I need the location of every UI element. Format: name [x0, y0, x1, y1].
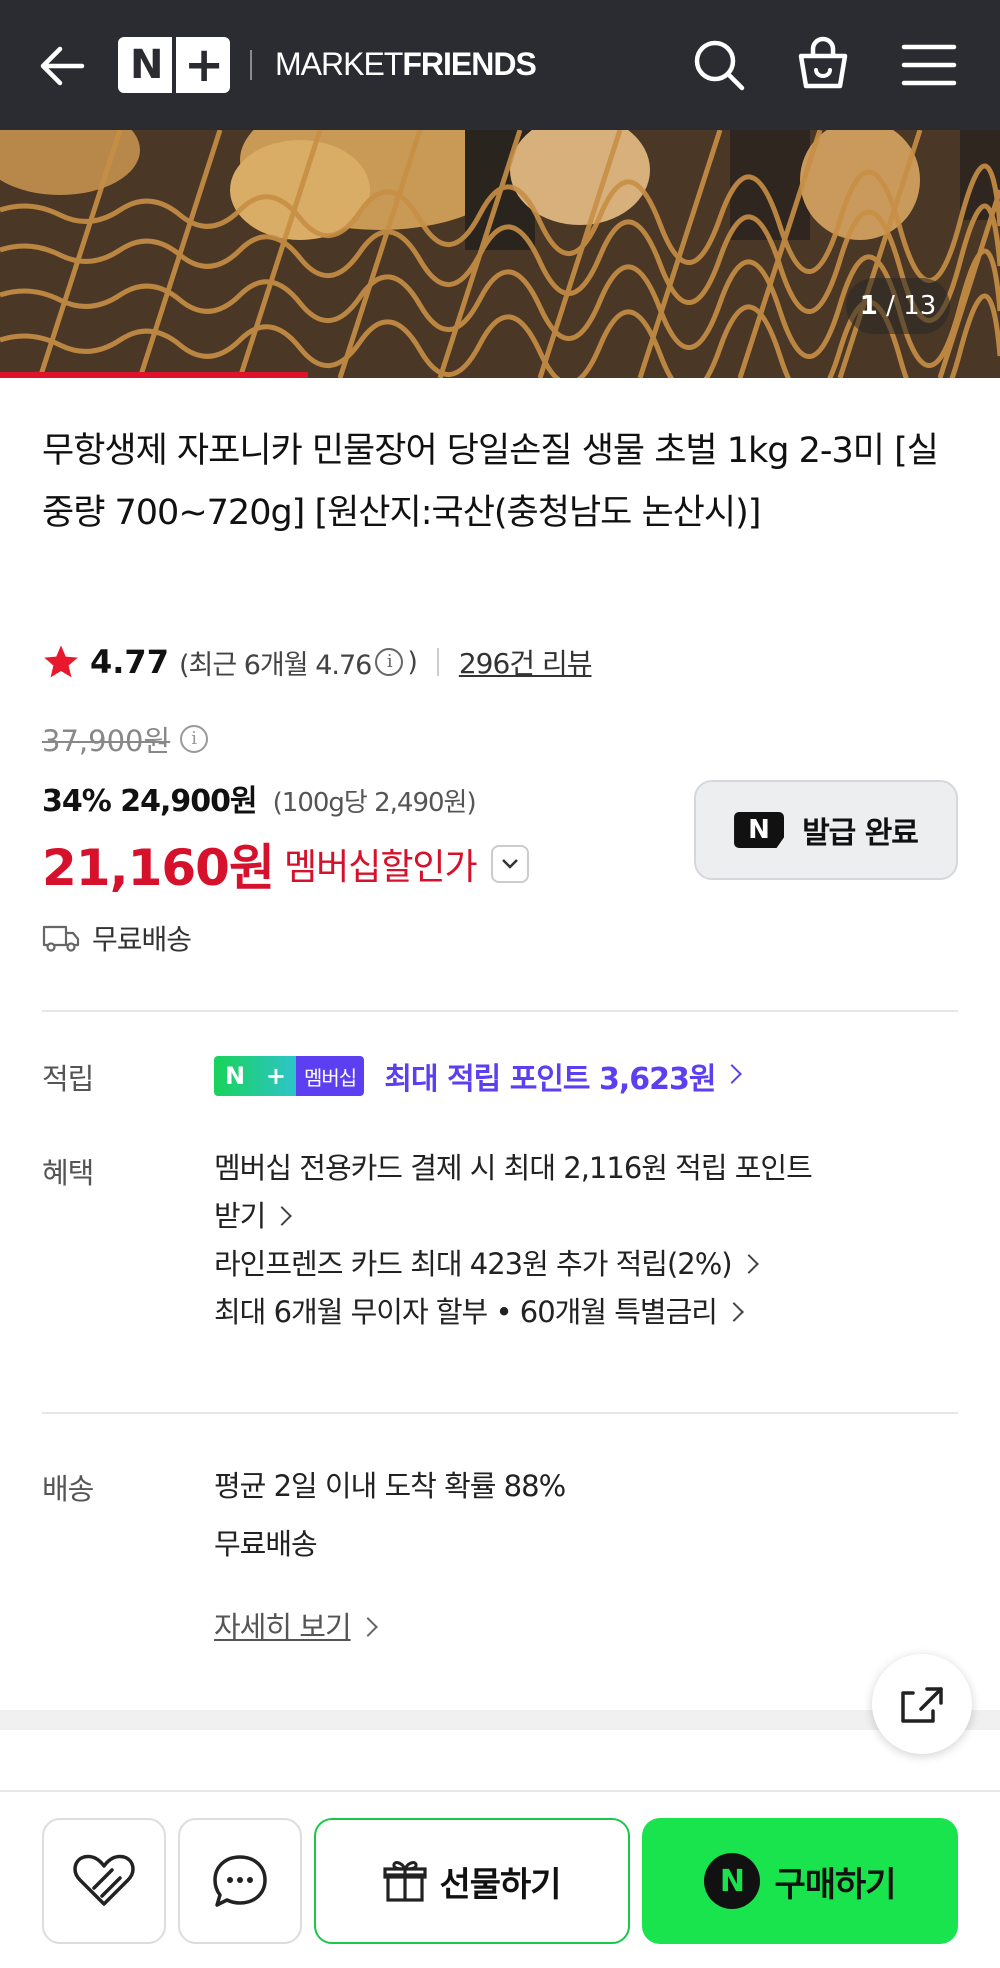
benefit-card-points-cont[interactable]: 받기	[214, 1192, 812, 1240]
gift-button[interactable]: 선물하기	[314, 1818, 630, 1944]
chevron-right-icon	[722, 1064, 743, 1084]
gallery-progress-bar	[0, 372, 308, 378]
back-arrow-icon[interactable]	[36, 40, 88, 92]
detail-link[interactable]: 자세히 보기	[214, 1604, 378, 1646]
share-icon	[901, 1687, 943, 1723]
shipping-text: 무료배송	[92, 923, 192, 956]
naver-n-icon: N	[734, 812, 785, 848]
points-row[interactable]: N + 멤버십 최대 적립 포인트 3,623원	[214, 1054, 743, 1098]
top-header: N + MARKETFRIENDS	[0, 0, 1000, 130]
benefit-line1: 멤버십 전용카드 결제 시 최대 2,116원 적립 포인트	[214, 1151, 813, 1185]
rating-row: 4.77 (최근 6개월 4.76 i ) 296건 리뷰	[42, 640, 593, 684]
delivery-arrival-rate: 평균 2일 이내 도착 확률 88%	[214, 1469, 566, 1503]
wishlist-button[interactable]	[42, 1818, 166, 1944]
rating-divider	[436, 648, 439, 676]
chevron-right-icon	[724, 1302, 744, 1322]
gift-label: 선물하기	[439, 1864, 561, 1905]
benefit-linefriends-card[interactable]: 라인프렌즈 카드 최대 423원 추가 적립(2%)	[214, 1240, 812, 1288]
logo-n-glyph: N	[130, 42, 164, 88]
inquiry-button[interactable]	[178, 1818, 302, 1944]
product-image[interactable]	[0, 130, 1000, 378]
section-divider	[42, 1412, 958, 1414]
max-points-text: 최대 적립 포인트 3,623원	[384, 1062, 716, 1097]
chevron-down-icon[interactable]	[490, 845, 529, 883]
sale-price: 24,900원	[120, 784, 257, 819]
price-info-icon[interactable]: i	[180, 725, 209, 753]
original-price: 37,900원	[42, 724, 171, 758]
search-icon[interactable]	[688, 34, 750, 96]
grilled-eel-photo	[0, 130, 1000, 378]
brand-light-text: MARKET	[275, 46, 403, 82]
section-divider	[42, 1010, 958, 1012]
buy-button[interactable]: N 구매하기	[642, 1818, 958, 1944]
logo-plus-glyph: +	[184, 37, 225, 93]
npay-logo[interactable]: N +	[118, 37, 230, 93]
delivery-info: 평균 2일 이내 도착 확률 88% 무료배송	[214, 1462, 566, 1568]
menu-icon[interactable]	[898, 34, 960, 96]
points-label: 적립	[42, 1062, 94, 1096]
badge-n: N	[224, 1062, 245, 1090]
star-icon	[44, 645, 78, 678]
truck-icon	[42, 925, 80, 952]
chevron-right-icon	[738, 1254, 759, 1274]
recent-rating: (최근 6개월 4.76 i )	[178, 643, 418, 682]
store-brand[interactable]: MARKETFRIENDS	[275, 44, 537, 84]
heart-icon	[73, 1854, 135, 1906]
npay-membership-badge: N + 멤버십	[214, 1056, 365, 1096]
benefit-card-points[interactable]: 멤버십 전용카드 결제 시 최대 2,116원 적립 포인트	[214, 1144, 813, 1192]
benefit-installment[interactable]: 최대 6개월 무이자 할부 • 60개월 특별금리	[214, 1288, 812, 1336]
info-icon[interactable]: i	[375, 648, 404, 676]
chat-bubble-icon	[213, 1855, 267, 1907]
image-counter-total: / 13	[886, 291, 937, 321]
image-counter: 1 / 13	[846, 278, 950, 334]
sale-price-row: 34% 24,900원 (100g당 2,490원)	[42, 776, 477, 820]
share-button[interactable]	[872, 1654, 972, 1754]
bottom-bar-divider	[0, 1790, 1000, 1792]
benefits-label: 혜택	[42, 1156, 94, 1190]
discount-rate: 34%	[42, 784, 112, 819]
brand-bold-text: FRIENDS	[402, 46, 536, 82]
coupon-issued-button[interactable]: N 발급 완료	[694, 780, 958, 880]
logo-separator	[172, 37, 176, 93]
recent-rating-close: )	[407, 646, 418, 678]
coupon-label: 발급 완료	[802, 816, 919, 851]
chevron-right-icon	[272, 1206, 293, 1226]
product-title: 무항생제 자포니카 민물장어 당일손질 생물 초벌 1kg 2-3미 [실중량 …	[42, 431, 939, 533]
membership-price: 21,160원	[42, 839, 275, 897]
rating-value: 4.77	[90, 643, 169, 681]
original-price-row: 37,900원 i	[42, 718, 212, 760]
naver-n-icon: N	[704, 1853, 761, 1909]
recent-rating-text: (최근 6개월 4.76	[178, 649, 372, 681]
buy-label: 구매하기	[774, 1864, 896, 1905]
benefit-line2: 라인프렌즈 카드 최대 423원 추가 적립(2%)	[214, 1247, 733, 1281]
benefits-list: 멤버십 전용카드 결제 시 최대 2,116원 적립 포인트 받기 라인프렌즈 …	[214, 1144, 813, 1336]
detail-link-text: 자세히 보기	[214, 1610, 352, 1644]
benefit-line3: 최대 6개월 무이자 할부 • 60개월 특별금리	[214, 1295, 718, 1329]
delivery-label: 배송	[42, 1472, 94, 1506]
cart-icon[interactable]	[792, 34, 854, 96]
benefit-line1b: 받기	[214, 1199, 266, 1233]
membership-price-row: 21,160원 멤버십할인가	[42, 828, 529, 900]
badge-plus: +	[265, 1062, 286, 1090]
header-divider	[250, 50, 252, 80]
image-counter-current: 1	[859, 291, 878, 321]
review-count-link[interactable]: 296건 리뷰	[459, 642, 593, 682]
gift-icon	[383, 1861, 428, 1902]
section-gap	[0, 1710, 1000, 1730]
badge-membership-text: 멤버십	[296, 1056, 365, 1096]
membership-price-label: 멤버십할인가	[283, 847, 478, 888]
delivery-free-shipping: 무료배송	[214, 1527, 318, 1561]
unit-price: (100g당 2,490원)	[272, 788, 477, 818]
shipping-row: 무료배송	[42, 918, 192, 958]
badge-n-plus: N +	[214, 1056, 296, 1096]
chevron-right-icon	[357, 1617, 378, 1637]
